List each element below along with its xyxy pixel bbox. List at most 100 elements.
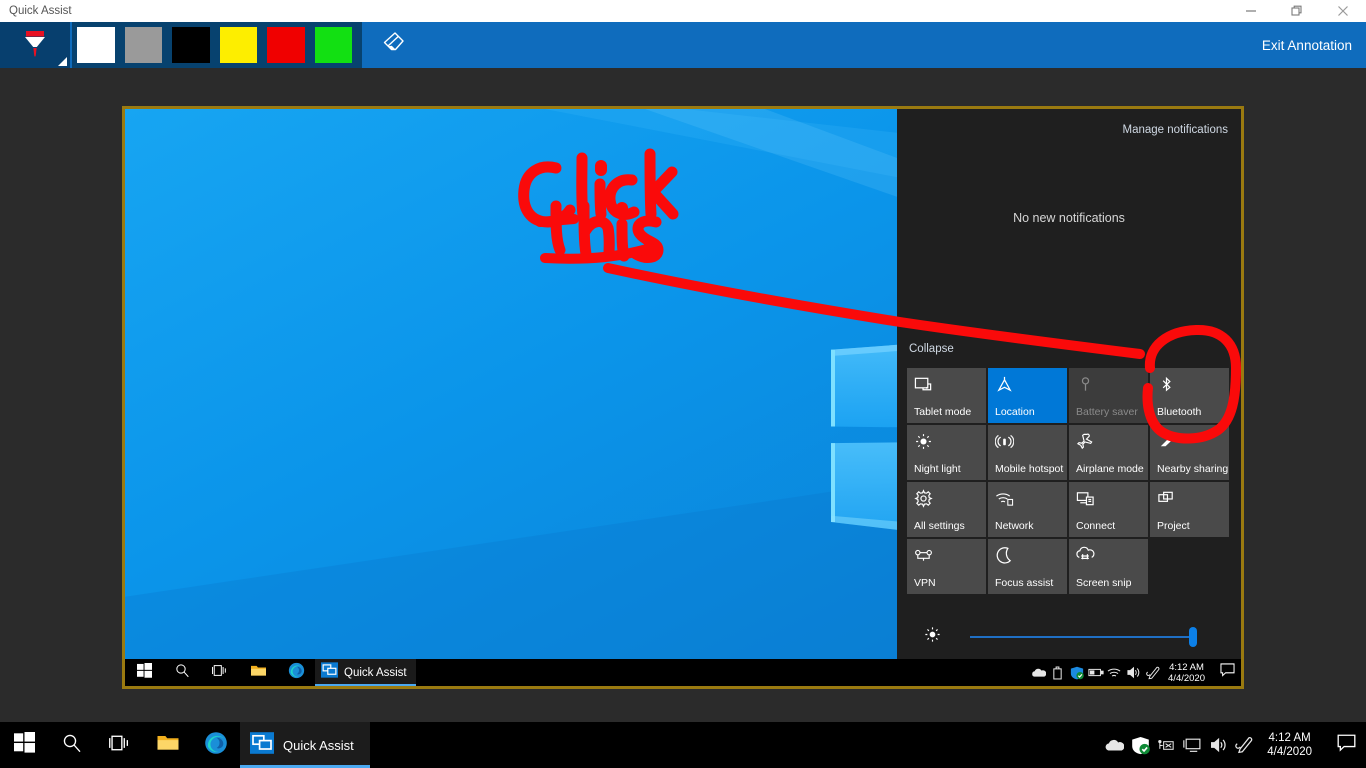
annotation-toolbar: Exit Annotation <box>0 22 1366 68</box>
file-explorer-button[interactable] <box>239 659 277 686</box>
quick-action-airplane-mode[interactable]: Airplane mode <box>1069 425 1148 480</box>
quick-action-nearby-sharing[interactable]: Nearby sharing <box>1150 425 1229 480</box>
quick-action-mobile-hotspot[interactable]: Mobile hotspot <box>988 425 1067 480</box>
quick-action-vpn[interactable]: VPN <box>907 539 986 594</box>
quick-action-battery-saver[interactable]: Battery saver <box>1069 368 1148 423</box>
eraser-tool-button[interactable] <box>372 22 418 68</box>
brightness-slider-row <box>923 626 1223 648</box>
quick-action-location[interactable]: Location <box>988 368 1067 423</box>
edge-browser-button[interactable] <box>277 659 315 686</box>
exit-annotation-label: Exit Annotation <box>1261 37 1352 53</box>
start-button[interactable] <box>0 722 48 768</box>
usb-eject-icon[interactable] <box>1048 666 1067 680</box>
quick-assist-icon <box>250 731 274 759</box>
titlebar: Quick Assist <box>0 0 1366 22</box>
mobile-hotspot-icon <box>994 432 1061 452</box>
wifi-icon[interactable] <box>1105 667 1124 679</box>
shared-screen-frame: Manage notifications No new notification… <box>122 106 1244 689</box>
task-view-icon <box>109 733 131 758</box>
onedrive-icon[interactable] <box>1029 667 1048 678</box>
brightness-icon <box>923 625 942 649</box>
vpn-icon <box>914 546 980 566</box>
pen-workspace-icon[interactable] <box>1231 736 1257 754</box>
tile-label: Night light <box>914 463 961 475</box>
remote-clock[interactable]: 4:12 AM 4/4/2020 <box>1168 662 1205 684</box>
start-button[interactable] <box>125 659 163 686</box>
tile-label: VPN <box>914 577 936 589</box>
taskbar-app-quick-assist[interactable]: Quick Assist <box>240 722 370 768</box>
collapse-link[interactable]: Collapse <box>909 343 954 355</box>
window-controls <box>1228 0 1366 22</box>
night-light-icon <box>914 432 980 452</box>
color-swatch-yellow[interactable] <box>219 27 257 63</box>
edge-icon <box>288 662 305 684</box>
search-button[interactable] <box>48 722 96 768</box>
task-view-button[interactable] <box>201 659 239 686</box>
usb-eject-icon[interactable] <box>1153 738 1179 753</box>
exit-annotation-button[interactable]: Exit Annotation <box>1262 22 1352 68</box>
windows-security-icon[interactable] <box>1067 666 1086 680</box>
volume-icon[interactable] <box>1205 737 1231 753</box>
action-center-button[interactable] <box>1213 663 1241 682</box>
display-icon[interactable] <box>1179 737 1205 753</box>
window-title: Quick Assist <box>9 5 72 17</box>
color-swatch-black[interactable] <box>172 27 210 63</box>
battery-saver-icon <box>1076 375 1142 395</box>
restore-button[interactable] <box>1274 0 1320 22</box>
location-icon <box>995 375 1061 395</box>
quick-action-focus-assist[interactable]: Focus assist <box>988 539 1067 594</box>
tile-label: Tablet mode <box>914 406 972 418</box>
search-icon <box>62 733 82 758</box>
file-explorer-icon <box>156 732 180 758</box>
highlighter-pen-tool-button[interactable] <box>0 22 70 68</box>
pen-workspace-icon[interactable] <box>1143 666 1162 680</box>
no-notifications-message: No new notifications <box>1013 211 1125 225</box>
windows-logo-icon <box>13 732 35 758</box>
color-swatch-white[interactable] <box>77 27 115 63</box>
volume-icon[interactable] <box>1124 666 1143 679</box>
edge-icon <box>204 731 228 760</box>
close-button[interactable] <box>1320 0 1366 22</box>
color-swatch-green[interactable] <box>314 27 352 63</box>
tile-label: Connect <box>1076 520 1116 532</box>
connect-icon <box>1076 489 1142 509</box>
quick-assist-window: Quick Assist Exit Annotation Manage noti… <box>0 0 1366 722</box>
color-swatch-gray[interactable] <box>124 27 162 63</box>
color-swatch-red[interactable] <box>267 27 305 63</box>
tile-label: All settings <box>914 520 965 532</box>
bluetooth-icon <box>1157 375 1223 395</box>
brightness-slider-thumb[interactable] <box>1189 627 1197 647</box>
windows-security-icon[interactable] <box>1127 736 1153 755</box>
manage-notifications-link[interactable]: Manage notifications <box>1123 124 1228 136</box>
brightness-slider[interactable] <box>970 627 1197 647</box>
quick-action-screen-snip[interactable]: Screen snip <box>1069 539 1148 594</box>
quick-action-project[interactable]: Project <box>1150 482 1229 537</box>
remote-system-tray: 4:12 AM 4/4/2020 <box>1029 659 1241 686</box>
file-explorer-icon <box>250 663 267 683</box>
search-button[interactable] <box>163 659 201 686</box>
network-wifi-icon <box>995 489 1061 509</box>
remote-clock-date: 4/4/2020 <box>1168 672 1205 684</box>
quick-action-night-light[interactable]: Night light <box>907 425 986 480</box>
task-view-button[interactable] <box>96 722 144 768</box>
quick-action-tablet-mode[interactable]: Tablet mode <box>907 368 986 423</box>
file-explorer-button[interactable] <box>144 722 192 768</box>
quick-action-empty-slot <box>1150 539 1229 594</box>
host-clock[interactable]: 4:12 AM 4/4/2020 <box>1267 731 1312 759</box>
taskbar-app-quick-assist[interactable]: Quick Assist <box>315 659 416 686</box>
quick-action-all-settings[interactable]: All settings <box>907 482 986 537</box>
onedrive-icon[interactable] <box>1101 738 1127 752</box>
remote-taskbar: Quick Assist 4:12 AM 4/4/2020 <box>125 659 1241 686</box>
action-center-button[interactable] <box>1326 734 1366 757</box>
quick-assist-icon <box>321 662 338 683</box>
remote-clock-time: 4:12 AM <box>1169 661 1204 673</box>
quick-action-bluetooth[interactable]: Bluetooth <box>1150 368 1229 423</box>
windows-logo-icon <box>136 662 152 683</box>
quick-action-connect[interactable]: Connect <box>1069 482 1148 537</box>
search-icon <box>175 663 190 683</box>
quick-action-network[interactable]: Network <box>988 482 1067 537</box>
battery-icon[interactable] <box>1086 667 1105 678</box>
tool-options-corner-icon[interactable] <box>58 57 67 66</box>
edge-browser-button[interactable] <box>192 722 240 768</box>
minimize-button[interactable] <box>1228 0 1274 22</box>
